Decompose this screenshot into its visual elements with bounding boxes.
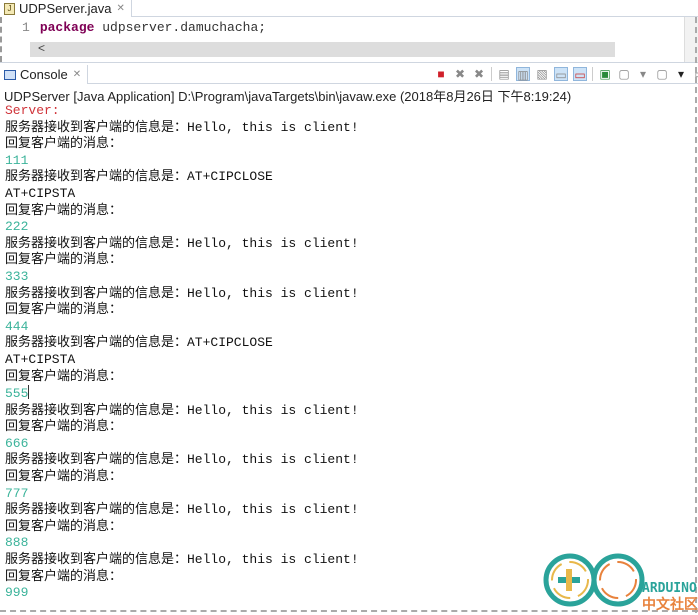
console-line: 服务器接收到客户端的信息是：Hello, this is client!	[5, 502, 359, 518]
code-editor[interactable]: 1 package udpserver.damuchacha; <	[0, 17, 698, 62]
word-wrap-icon[interactable]: ▧	[535, 67, 549, 81]
chevron-down-icon[interactable]: ▾	[636, 67, 650, 81]
console-line: 999	[5, 585, 29, 601]
show-on-stdout-icon[interactable]: ▭	[554, 67, 568, 82]
view-border	[695, 17, 697, 613]
console-line: 回复客户端的消息：	[5, 136, 123, 152]
console-tab-label: Console	[20, 67, 68, 82]
console-line: 222	[5, 219, 29, 235]
console-icon	[4, 69, 16, 80]
horizontal-scrollbar[interactable]: <	[30, 41, 615, 57]
remove-all-icon[interactable]: ✖	[472, 67, 486, 81]
console-line: 111	[5, 152, 29, 168]
console-line: 回复客户端的消息：	[5, 202, 123, 218]
console-tab-bar: Console ✕ ■ ✖ ✖ ▤ ▥ ▧ ▭ ▭ ▣ ▢ ▾ ▢ ▾ ▭	[0, 62, 698, 84]
console-line: 回复客户端的消息：	[5, 302, 123, 318]
arduino-watermark: ARDUINO 中文社区	[540, 548, 698, 612]
console-line: 服务器接收到客户端的信息是：AT+CIPCLOSE	[5, 335, 273, 351]
close-icon[interactable]: ✕	[73, 69, 81, 80]
java-file-icon: J	[4, 2, 15, 15]
text-cursor	[28, 385, 30, 400]
show-on-stderr-icon[interactable]: ▭	[573, 67, 587, 82]
console-line: 333	[5, 268, 29, 284]
console-line: 服务器接收到客户端的信息是：AT+CIPCLOSE	[5, 169, 273, 185]
line-number: 1	[22, 20, 30, 35]
console-line: 444	[5, 318, 29, 334]
watermark-text: 中文社区	[642, 596, 698, 612]
console-line: Server:	[5, 103, 60, 118]
console-line: 服务器接收到客户端的信息是：Hello, this is client!	[5, 235, 359, 251]
editor-tab-bar: J UDPServer.java ✕	[0, 0, 698, 17]
separator	[592, 67, 593, 81]
console-line: 回复客户端的消息：	[5, 469, 123, 485]
console-line: 回复客户端的消息：	[5, 252, 123, 268]
console-line: 回复客户端的消息：	[5, 368, 123, 384]
clear-console-icon[interactable]: ▤	[497, 67, 511, 81]
console-tab[interactable]: Console ✕	[0, 65, 89, 84]
remove-launch-icon[interactable]: ✖	[453, 67, 467, 81]
scroll-lock-icon[interactable]: ▥	[516, 67, 530, 82]
display-console-icon[interactable]: ▢	[617, 67, 631, 81]
code-text: udpserver.damuchacha;	[94, 20, 267, 35]
separator	[491, 67, 492, 81]
console-line: 555	[5, 385, 30, 402]
console-line: 回复客户端的消息：	[5, 568, 123, 584]
console-line: 服务器接收到客户端的信息是：Hello, this is client!	[5, 402, 359, 418]
console-output[interactable]: Server: 服务器接收到客户端的信息是：Hello, this is clie…	[5, 103, 359, 602]
view-border-bottom	[0, 610, 698, 612]
console-line: AT+CIPSTA	[5, 351, 76, 367]
scroll-left-icon[interactable]: <	[38, 41, 45, 55]
arduino-logo-icon	[543, 553, 645, 607]
editor-tab[interactable]: J UDPServer.java ✕	[0, 0, 132, 17]
console-line: 服务器接收到客户端的信息是：Hello, this is client!	[5, 285, 359, 301]
terminate-icon[interactable]: ■	[434, 67, 448, 81]
chevron-down-icon[interactable]: ▾	[674, 67, 688, 81]
console-line: AT+CIPSTA	[5, 185, 76, 201]
console-line: 777	[5, 485, 29, 501]
keyword: package	[39, 20, 95, 35]
console-line: 服务器接收到客户端的信息是：Hello, this is client!	[5, 119, 359, 135]
open-console-icon[interactable]: ▢	[655, 67, 669, 81]
console-line: 666	[5, 435, 29, 451]
pin-console-icon[interactable]: ▣	[598, 67, 612, 81]
close-icon[interactable]: ✕	[116, 3, 124, 14]
console-toolbar: ■ ✖ ✖ ▤ ▥ ▧ ▭ ▭ ▣ ▢ ▾ ▢ ▾ ▭	[434, 67, 698, 82]
code-line: 1 package udpserver.damuchacha;	[22, 20, 266, 35]
console-line: 服务器接收到客户端的信息是：Hello, this is client!	[5, 552, 359, 568]
console-line: 服务器接收到客户端的信息是：Hello, this is client!	[5, 452, 359, 468]
editor-tab-label: UDPServer.java	[19, 1, 112, 16]
console-line: 888	[5, 535, 29, 551]
console-line: 回复客户端的消息：	[5, 518, 123, 534]
console-line: 回复客户端的消息：	[5, 419, 123, 435]
